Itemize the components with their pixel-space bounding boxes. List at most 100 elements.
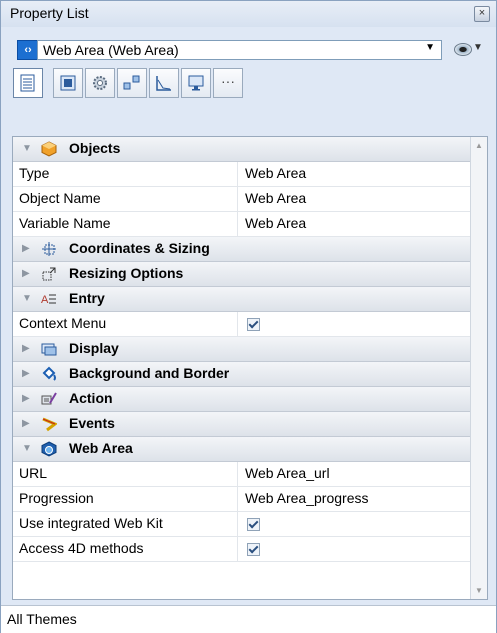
property-row-access-4d-methods[interactable]: Access 4D methods [13,537,471,562]
object-icon [60,75,76,91]
status-text: All Themes [7,611,77,627]
cube-icon [41,141,57,157]
property-row-variable-name[interactable]: Variable Name Web Area [13,212,471,237]
section-action[interactable]: ▶ Action [13,387,471,412]
svg-text:A: A [41,294,49,306]
section-label: Background and Border [69,365,230,381]
column-divider [237,487,238,511]
vertical-scrollbar[interactable]: ▲ ▼ [470,137,487,599]
property-row-use-integrated-web-kit[interactable]: Use integrated Web Kit [13,512,471,537]
object-select-value: Web Area (Web Area) [43,42,179,58]
expanded-triangle-icon: ▼ [22,293,32,304]
view-options-button[interactable]: ▼ [454,42,484,58]
property-row-type[interactable]: Type Web Area [13,162,471,187]
web-area-icon [41,441,57,457]
tab-graph-theme[interactable] [149,68,179,98]
collapsed-triangle-icon: ▶ [22,268,30,279]
column-divider [237,187,238,211]
property-key: Access 4D methods [19,540,144,556]
section-label: Web Area [69,440,133,456]
property-key: Object Name [19,190,101,206]
section-label: Entry [69,290,105,306]
object-navigation-button[interactable]: ‹› [17,40,39,60]
section-coordinates-sizing[interactable]: ▶ Coordinates & Sizing [13,237,471,262]
tab-all-themes[interactable] [13,68,43,98]
property-key: Type [19,165,50,181]
coordinates-icon [42,242,56,256]
list-icon [20,74,35,92]
tab-objects-theme[interactable] [53,68,83,98]
collapsed-triangle-icon: ▶ [22,393,30,404]
eye-icon [454,43,472,56]
column-divider [237,537,238,561]
property-key: Use integrated Web Kit [19,515,163,531]
section-entry[interactable]: ▼ A Entry [13,287,471,312]
section-background-border[interactable]: ▶ Background and Border [13,362,471,387]
property-key: Progression [19,490,94,506]
property-value: Web Area [245,190,307,206]
property-list-window: Property List × ‹› Web Area (Web Area) ▼… [0,0,497,633]
column-divider [237,462,238,486]
column-divider [237,512,238,536]
property-row-object-name[interactable]: Object Name Web Area [13,187,471,212]
title-bar: Property List × [1,1,496,27]
property-value: Web Area [245,165,307,181]
resize-icon [42,267,56,281]
left-right-arrows-icon: ‹› [24,44,32,56]
paint-bucket-icon [42,366,56,381]
context-menu-checkbox[interactable] [247,318,260,331]
section-events[interactable]: ▶ Events [13,412,471,437]
collapsed-triangle-icon: ▶ [22,418,30,429]
section-objects[interactable]: ▼ Objects [13,137,471,162]
gear-icon [93,76,107,90]
expanded-triangle-icon: ▼ [22,143,32,154]
scroll-up-icon[interactable]: ▲ [475,141,483,150]
close-icon: × [478,7,486,19]
collapsed-triangle-icon: ▶ [22,243,30,254]
property-key: URL [19,465,48,481]
object-selector-row: ‹› Web Area (Web Area) ▼ ▼ [1,33,496,63]
column-divider [237,212,238,236]
property-key: Context Menu [19,315,107,331]
property-row-context-menu[interactable]: Context Menu [13,312,471,337]
monitor-icon [188,75,204,91]
scroll-down-icon[interactable]: ▼ [475,586,483,595]
tab-settings-theme[interactable] [85,68,115,98]
property-row-url[interactable]: URL Web Area_url [13,462,471,487]
tab-more-themes[interactable]: ··· [213,68,243,98]
section-web-area[interactable]: ▼ Web Area [13,437,471,462]
expanded-triangle-icon: ▼ [22,443,32,454]
section-resizing-options[interactable]: ▶ Resizing Options [13,262,471,287]
section-label: Events [69,415,115,431]
property-key: Variable Name [19,215,111,231]
property-grid: ▼ Objects Type Web Area Object Name Web … [12,136,488,600]
web-kit-checkbox[interactable] [247,518,260,531]
status-bar: All Themes [1,605,496,633]
property-row-progression[interactable]: Progression Web Area_progress [13,487,471,512]
section-label: Objects [69,140,121,156]
chevron-down-icon: ▼ [425,42,435,53]
more-icon: ··· [221,73,235,89]
entry-icon: A [41,294,56,306]
tab-display-theme[interactable] [181,68,211,98]
small-arrow-down-icon: ▼ [473,42,483,53]
layout-icon [123,75,140,90]
property-value: Web Area_progress [245,490,369,506]
object-select-dropdown[interactable]: Web Area (Web Area) ▼ [37,40,442,60]
collapsed-triangle-icon: ▶ [22,368,30,379]
display-icon [41,343,57,356]
access-4d-methods-checkbox[interactable] [247,543,260,556]
property-value: Web Area [245,215,307,231]
section-label: Action [69,390,113,406]
close-button[interactable]: × [474,6,490,22]
graph-icon [156,76,171,91]
window-title: Property List [10,5,89,21]
tab-coordinates-theme[interactable] [117,68,147,98]
property-value: Web Area_url [245,465,330,481]
section-label: Display [69,340,119,356]
column-divider [237,162,238,186]
section-label: Resizing Options [69,265,184,281]
theme-toolbar: ··· [13,64,488,102]
section-display[interactable]: ▶ Display [13,337,471,362]
column-divider [237,312,238,336]
